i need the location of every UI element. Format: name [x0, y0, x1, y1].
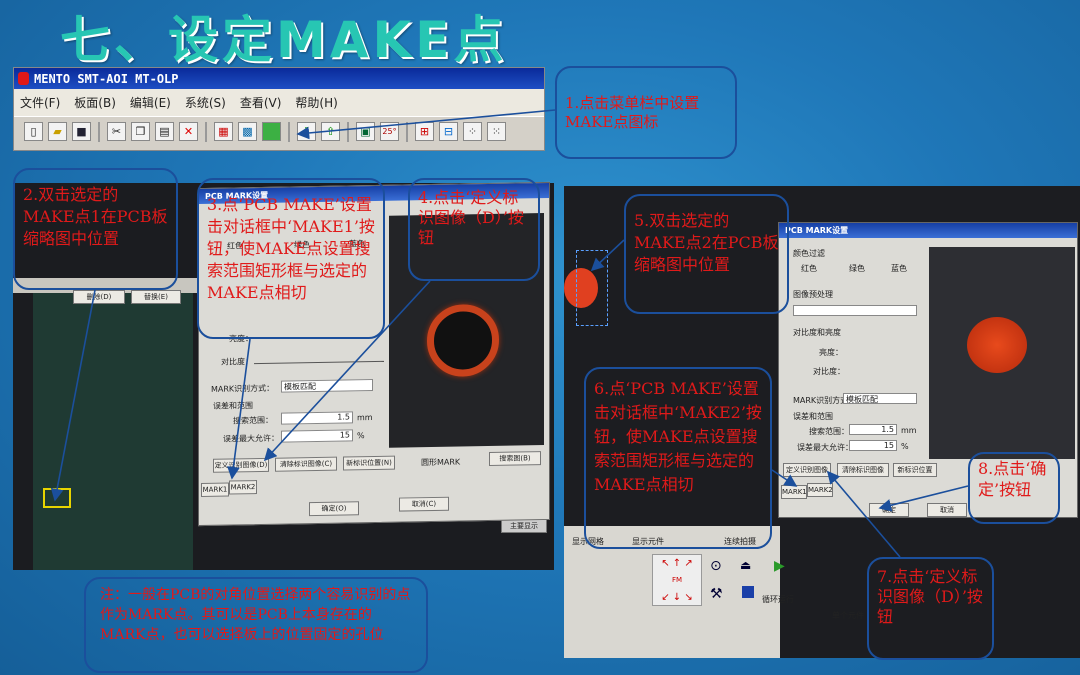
arrow-step7	[826, 470, 901, 558]
arrow-step4	[263, 280, 431, 462]
arrow-step1	[296, 109, 556, 140]
arrow-step5	[590, 239, 625, 272]
arrow-step8	[878, 485, 969, 512]
arrow-layer	[50, 109, 969, 558]
arrow-step3	[227, 338, 251, 480]
arrow-step2	[50, 289, 96, 502]
arrow-step6	[771, 469, 798, 487]
